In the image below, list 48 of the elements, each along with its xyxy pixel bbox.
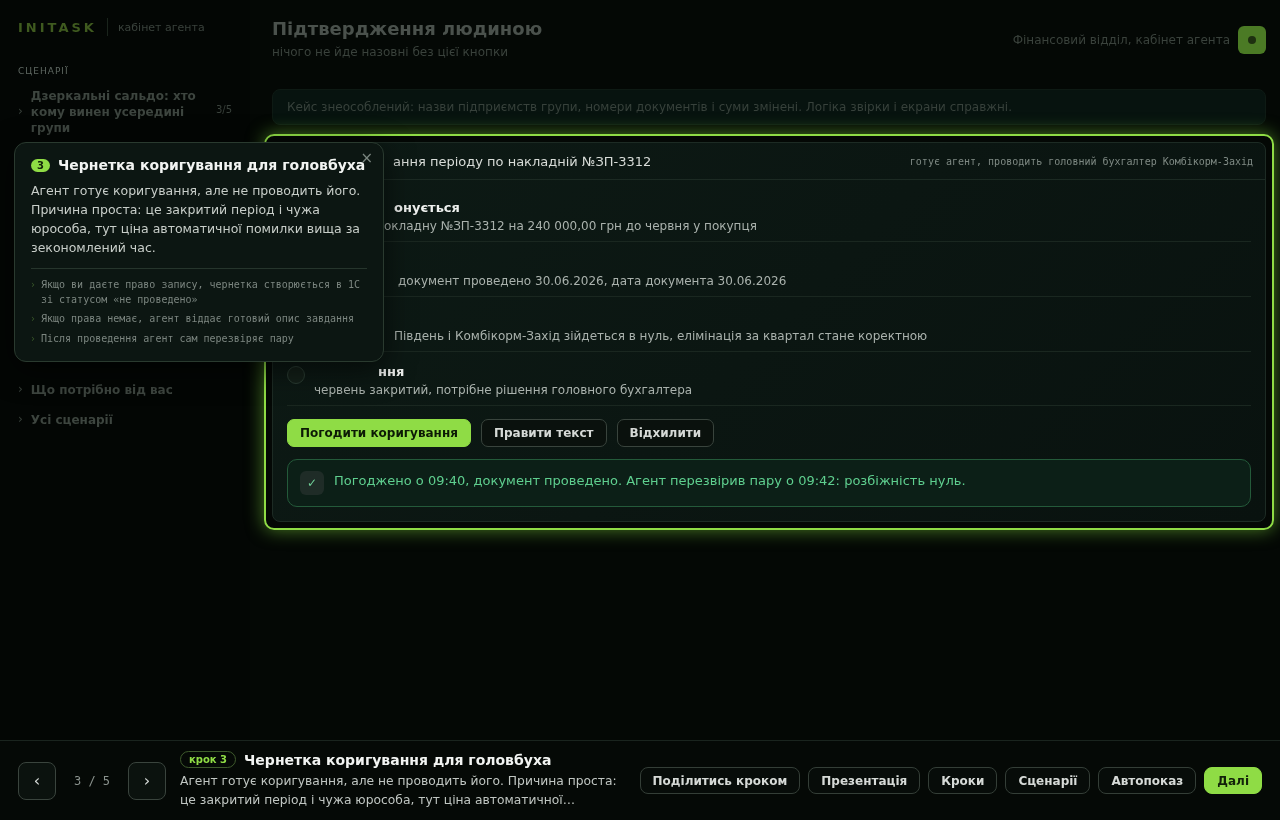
page-subtitle: нічого не йде назовні без цієї кнопки <box>272 45 509 59</box>
tour-button[interactable]: Автопоказ <box>1098 767 1197 794</box>
bullet-text: Якщо ви даєте право запису, чернетка створюється в 1С зі статусом «не проведено» <box>41 278 362 307</box>
scenario-label: Дзеркальні сальдо: хто кому винен усередині групи <box>30 88 197 136</box>
bullet-text: Якщо права немає, агент віддає готовий опис завдання <box>41 312 355 326</box>
bullet-icon: › <box>31 277 35 307</box>
bullet-icon: › <box>31 311 35 327</box>
row-text: документ проведено 30.06.2026, дата документа 30.06.2026 <box>398 274 788 288</box>
step-title: Чернетка коригування для головбуха <box>244 751 552 768</box>
action-button[interactable]: Погодити коригування <box>287 419 471 447</box>
check-icon: ✓ <box>300 471 324 495</box>
action-button[interactable]: Правити текст <box>480 419 607 447</box>
tour-button[interactable]: Кроки <box>928 767 998 794</box>
chevron-icon: › <box>18 412 23 426</box>
action-button[interactable]: Відхилити <box>616 419 715 447</box>
step-number: 3 <box>31 158 50 172</box>
card-title: ання періоду по накладній №ЗП-3312 <box>393 153 652 169</box>
step-description: Агент готує коригування, але не проводить його. Причина проста: це закритий період і чужа юрособа, тут ціна автоматичної… <box>180 773 618 809</box>
tour-button[interactable]: Далі <box>1204 767 1262 794</box>
next-button[interactable]: › <box>128 761 166 800</box>
progress-count: 3/5 <box>215 104 232 115</box>
tour-button[interactable]: Сценарії <box>1005 767 1091 794</box>
scenario-label: Що потрібно від вас <box>30 382 174 398</box>
bullet-text: Після проведення агент сам перезвіряє пару <box>41 332 294 346</box>
step-position: 3 / 5 <box>72 773 112 788</box>
row-title: ння <box>378 364 406 379</box>
chevron-icon: › <box>18 382 23 396</box>
bullet-icon: › <box>31 331 35 347</box>
row-title: онується <box>394 200 461 215</box>
cabinet-label: кабінет агента <box>117 20 205 34</box>
card-meta: готує агент, проводить головний бухгалтер Комбікорм-Захід <box>909 155 1253 167</box>
previous-button[interactable]: ‹ <box>18 761 56 800</box>
row-text: Південь і Комбікорм-Захід зійдеться в нуль, елімінація за квартал стане коректною <box>394 329 929 343</box>
tour-button[interactable]: Поділитись кроком <box>639 767 801 794</box>
avatar[interactable] <box>1238 26 1266 54</box>
popover-text: Агент готує коригування, але не проводить його. Причина проста: це закритий період і чужа юрособа, тут ціна автоматичної помилки вища за зекономлений час. <box>31 182 362 257</box>
status-icon <box>287 366 305 384</box>
dot-icon <box>1247 35 1257 45</box>
logo: INITASK <box>18 19 97 35</box>
chevron-icon: › <box>18 104 23 118</box>
row-text: червень закритий, потрібне рішення головного бухгалтера <box>314 383 694 397</box>
section-heading: СЦЕНАРІЇ <box>18 66 70 76</box>
scenario-label: Усі сценарії <box>30 412 114 428</box>
result-text: Погоджено о 09:40, документ проведено. Агент перезвірив пару о 09:42: розбіжність нуль. <box>334 473 966 488</box>
tour-button[interactable]: Презентація <box>808 767 921 794</box>
row-text: окладну №ЗП-3312 на 240 000,00 грн до червня у покупця <box>384 219 758 233</box>
context-label: Фінансовий відділ, кабінет агента <box>1012 33 1230 47</box>
page-title: Підтвердження людиною <box>272 18 543 39</box>
